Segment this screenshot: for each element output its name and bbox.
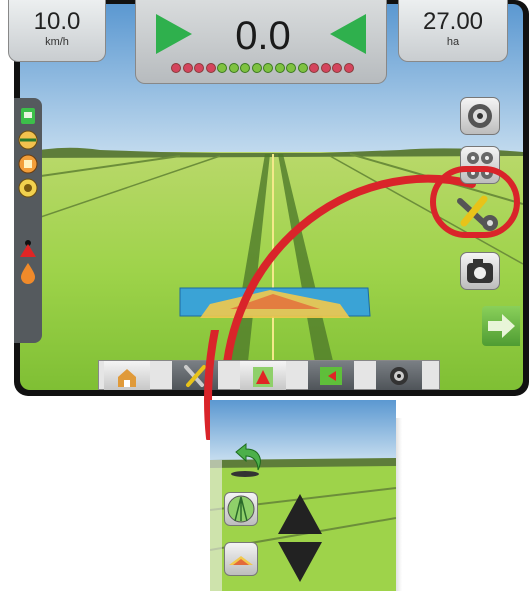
led-dot (286, 63, 296, 73)
tools-icon[interactable] (454, 193, 504, 235)
steer-left-indicator-icon (156, 14, 192, 54)
perspective-view-icon (227, 495, 255, 523)
section-status-icon[interactable] (18, 154, 38, 174)
warning-triangle-icon[interactable] (18, 238, 38, 258)
camera-icon (468, 104, 492, 128)
zoom-down-icon[interactable] (276, 540, 324, 584)
led-dot (343, 63, 354, 73)
led-dot (332, 63, 342, 73)
map-icon (320, 367, 342, 385)
led-lightbar (171, 63, 356, 75)
tractor-icon[interactable] (18, 106, 38, 126)
led-dot (182, 63, 193, 73)
area-value: 27.00 (422, 8, 484, 35)
area-panel: 27.00 ha (398, 0, 508, 62)
home-tab[interactable] (104, 361, 150, 390)
speed-value: 10.0 (33, 8, 81, 35)
lightbar-icon (229, 556, 253, 565)
led-dot (297, 63, 308, 73)
lightbar-panel: 0.0 (135, 0, 387, 84)
camera-tab[interactable] (376, 361, 422, 390)
callout-inset (210, 400, 396, 591)
home-icon (118, 369, 136, 387)
fluid-drop-icon[interactable] (18, 262, 38, 284)
next-arrow-icon (488, 314, 515, 338)
led-dot (320, 63, 331, 73)
back-arrow-icon[interactable] (228, 440, 268, 478)
led-dot (263, 63, 273, 73)
status-sidebar (14, 98, 42, 343)
speed-panel: 10.0 km/h (8, 0, 106, 62)
led-dot (171, 63, 181, 73)
lightbar-view-button[interactable] (224, 542, 258, 576)
cross-track-value: 0.0 (235, 14, 291, 58)
led-dot (309, 63, 319, 73)
next-button[interactable] (482, 306, 520, 346)
vehicle-swath (179, 287, 371, 318)
led-dot (240, 63, 250, 73)
gps-status-icon[interactable] (18, 178, 38, 198)
led-dot (251, 63, 262, 73)
camera-icon (390, 367, 408, 385)
led-dot (274, 63, 285, 73)
screenshot-icon (467, 259, 493, 283)
guidance-tab[interactable] (240, 361, 286, 390)
led-dot (205, 63, 216, 73)
led-dot (194, 63, 204, 73)
led-dot (228, 63, 239, 73)
zoom-up-icon[interactable] (276, 492, 324, 536)
speed-unit: km/h (45, 36, 69, 48)
guidance-icon (253, 367, 273, 387)
camera-button[interactable] (460, 97, 500, 135)
led-dot (217, 63, 227, 73)
area-unit: ha (446, 36, 460, 48)
boom-level-icon[interactable] (18, 130, 38, 150)
map-tab[interactable] (308, 361, 354, 390)
steer-right-indicator-icon (330, 14, 366, 54)
screenshot-button[interactable] (460, 252, 500, 290)
perspective-view-button[interactable] (224, 492, 258, 526)
